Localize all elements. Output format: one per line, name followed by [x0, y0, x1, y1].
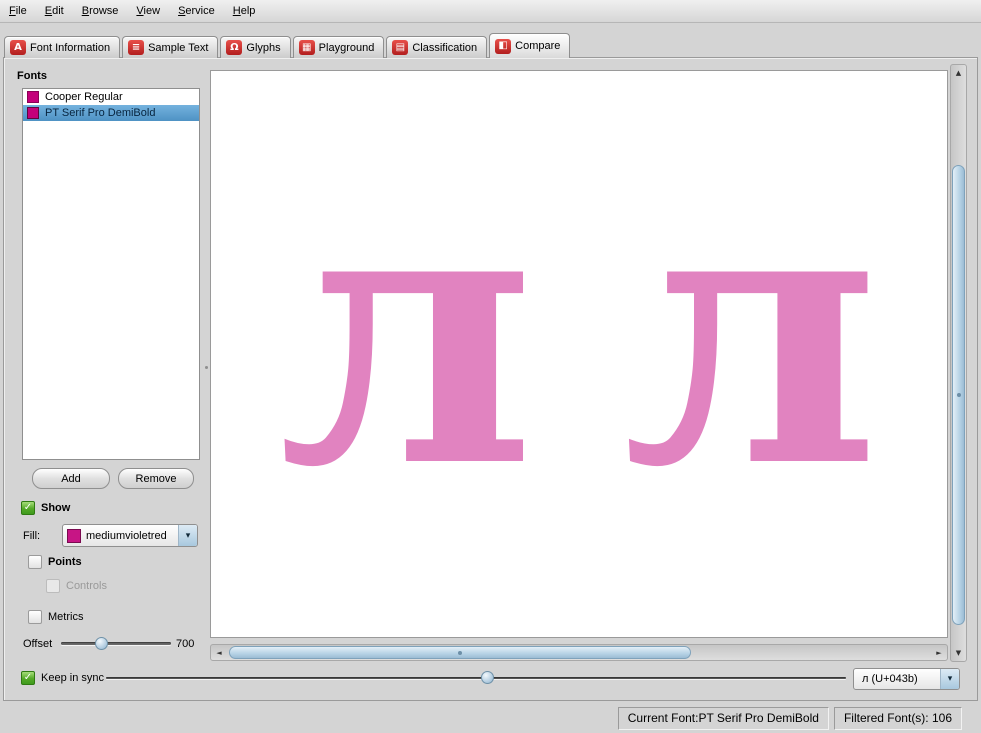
tab-classification[interactable]: ▤ Classification	[386, 36, 488, 58]
horizontal-scrollbar[interactable]: ◄ ►	[210, 644, 948, 661]
glyph-select-value: л (U+043b)	[862, 673, 918, 685]
tab-compare[interactable]: ◧ Compare	[489, 33, 571, 58]
sync-slider-groove	[106, 677, 846, 679]
font-information-icon: A	[10, 40, 26, 55]
font-color-swatch	[27, 107, 39, 119]
menu-edit[interactable]: Edit	[36, 0, 73, 22]
scroll-right-icon[interactable]: ►	[932, 645, 946, 660]
fill-color-swatch	[67, 528, 81, 543]
menu-service[interactable]: Service	[169, 0, 224, 22]
offset-slider-groove	[61, 642, 171, 645]
controls-label: Controls	[66, 580, 107, 592]
menu-browse[interactable]: Browse	[73, 0, 128, 22]
glyph-select[interactable]: л (U+043b) ▾	[853, 668, 960, 690]
points-checkbox[interactable]	[28, 555, 42, 569]
tab-label: Sample Text	[148, 41, 209, 54]
controls-checkbox	[46, 579, 60, 593]
tab-label: Playground	[318, 41, 375, 54]
tab-label: Classification	[412, 41, 478, 54]
glyphs-icon: Ω	[226, 40, 243, 55]
glyph-preview-ptserif: л	[622, 119, 880, 548]
check-icon: ✓	[23, 502, 33, 513]
check-icon: ✓	[23, 672, 33, 683]
glyph-position-slider[interactable]	[106, 670, 846, 686]
offset-label: Offset	[23, 638, 53, 650]
tab-bar: A Font Information ≡ Sample Text Ω Glyph…	[4, 33, 572, 58]
glyph-preview-row: л л	[211, 151, 947, 516]
tab-font-information[interactable]: A Font Information	[4, 36, 121, 58]
keep-in-sync-label: Keep in sync	[41, 672, 104, 684]
keep-in-sync-checkbox[interactable]: ✓	[21, 671, 35, 685]
chevron-down-icon[interactable]: ▾	[940, 669, 959, 689]
font-list[interactable]: Cooper Regular PT Serif Pro DemiBold	[22, 88, 200, 460]
sample-text-icon: ≡	[128, 40, 145, 55]
font-list-item-cooper[interactable]: Cooper Regular	[23, 89, 199, 105]
chevron-down-icon[interactable]: ▾	[178, 525, 197, 546]
current-font-status: Current Font:PT Serif Pro DemiBold	[617, 707, 829, 730]
playground-icon: ▦	[298, 40, 315, 55]
sync-slider-handle[interactable]	[481, 671, 494, 684]
scroll-left-icon[interactable]: ◄	[212, 645, 226, 660]
tab-label: Glyphs	[246, 41, 281, 54]
font-color-swatch	[27, 91, 39, 103]
font-name: PT Serif Pro DemiBold	[45, 107, 156, 119]
remove-button[interactable]: Remove	[118, 468, 194, 489]
fill-color-select[interactable]: mediumvioletred ▾	[62, 524, 198, 547]
points-label: Points	[48, 556, 82, 568]
vertical-scroll-thumb[interactable]	[952, 165, 965, 625]
glyph-canvas: л л	[210, 70, 948, 638]
fill-color-value: mediumvioletred	[86, 529, 167, 542]
status-bar: Current Font:PT Serif Pro DemiBold Filte…	[0, 707, 981, 730]
fill-label: Fill:	[23, 530, 41, 542]
horizontal-scroll-thumb[interactable]	[229, 646, 691, 659]
fonts-section-title: Fonts	[17, 70, 47, 82]
add-button[interactable]: Add	[32, 468, 110, 489]
tab-label: Font Information	[30, 41, 111, 54]
tab-sample-text[interactable]: ≡ Sample Text	[122, 36, 219, 58]
glyph-preview-cooper: л	[278, 119, 536, 548]
tab-label: Compare	[515, 40, 561, 52]
metrics-checkbox[interactable]	[28, 610, 42, 624]
compare-icon: ◧	[495, 38, 512, 54]
scroll-up-icon[interactable]: ▲	[951, 66, 966, 80]
classification-icon: ▤	[392, 40, 409, 55]
compare-panel: Fonts Cooper Regular PT Serif Pro DemiBo…	[3, 57, 978, 701]
tab-playground[interactable]: ▦ Playground	[292, 36, 385, 58]
tab-glyphs[interactable]: Ω Glyphs	[220, 36, 291, 58]
filtered-fonts-status: Filtered Font(s): 106	[833, 707, 962, 730]
offset-slider-handle[interactable]	[95, 637, 108, 650]
show-label: Show	[41, 502, 71, 514]
splitter-handle[interactable]	[203, 70, 210, 638]
menu-view[interactable]: View	[127, 0, 169, 22]
app-window: File Edit Browse View Service Help A Fon…	[0, 0, 981, 733]
metrics-label: Metrics	[48, 611, 84, 623]
offset-value: 700	[176, 638, 195, 650]
show-checkbox[interactable]: ✓	[21, 501, 35, 515]
menu-help[interactable]: Help	[224, 0, 265, 22]
scroll-down-icon[interactable]: ▼	[951, 646, 966, 660]
menu-file[interactable]: File	[0, 0, 36, 22]
vertical-scrollbar[interactable]: ▲ ▼	[950, 64, 967, 662]
offset-slider[interactable]	[61, 636, 171, 652]
menu-bar: File Edit Browse View Service Help	[0, 0, 981, 23]
font-name: Cooper Regular	[45, 91, 123, 103]
font-list-item-ptserif[interactable]: PT Serif Pro DemiBold	[23, 105, 199, 121]
